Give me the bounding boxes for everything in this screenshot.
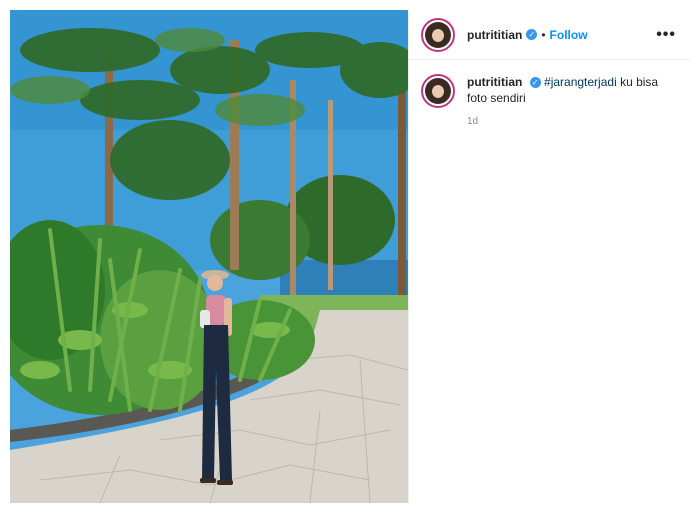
caption-avatar[interactable]: [421, 74, 455, 108]
more-options-icon[interactable]: •••: [656, 26, 676, 44]
avatar-image: [425, 21, 451, 48]
post-side-panel: putrititian ✓ • Follow ••• putrititian ✓…: [408, 10, 690, 503]
caption-avatar-image: [425, 78, 451, 104]
caption-username[interactable]: putrititian: [467, 75, 522, 89]
post-photo[interactable]: [10, 10, 408, 503]
separator-dot: •: [541, 27, 546, 42]
caption-verified-badge-icon: ✓: [529, 77, 541, 89]
instagram-post-modal: putrititian ✓ • Follow ••• putrititian ✓…: [0, 0, 700, 513]
avatar[interactable]: [421, 17, 455, 52]
caption-comment: putrititian ✓ #jarangterjadi ku bisa fot…: [409, 60, 690, 108]
caption-text: putrititian ✓ #jarangterjadi ku bisa fot…: [467, 74, 676, 108]
follow-button[interactable]: Follow: [550, 28, 588, 42]
caption-hashtag[interactable]: #jarangterjadi: [544, 75, 617, 89]
post-timestamp[interactable]: 1d: [467, 116, 690, 127]
post-photo-image: [10, 10, 408, 503]
verified-badge-icon: ✓: [526, 29, 538, 40]
post-header: putrititian ✓ • Follow •••: [409, 10, 690, 60]
username-link[interactable]: putrititian: [467, 28, 522, 42]
